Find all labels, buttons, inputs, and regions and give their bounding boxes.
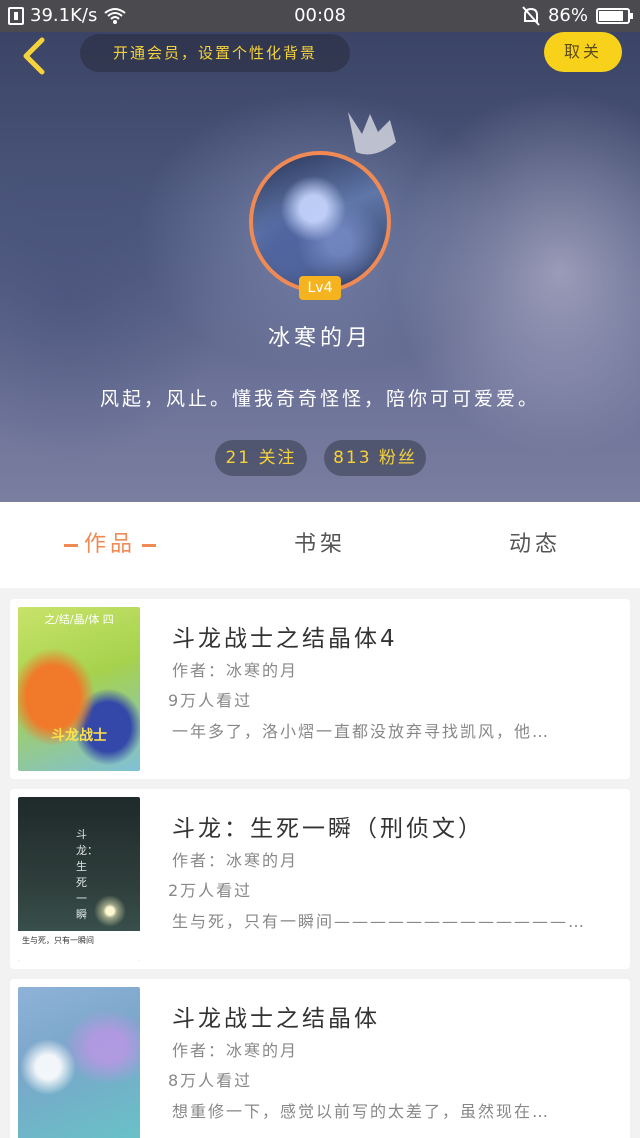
tab-works-label: 作品 (83, 532, 136, 557)
book-author: 作者：冰寒的月 (172, 1041, 299, 1060)
book-description: 想重修一下，感觉以前写的太差了，虽然现在… (172, 1102, 551, 1121)
cover-subtitle: 之/结/晶/体 四 (44, 613, 114, 626)
book-views: 8万人看过 (168, 1071, 253, 1090)
profile-header: 开通会员，设置个性化背景 取关 Lv4 冰寒的月 风起，风止。懂我奇奇怪怪，陪你… (0, 32, 640, 502)
tab-bookshelf-label: 书架 (293, 532, 346, 557)
tab-bookshelf[interactable]: 书架 (255, 502, 385, 588)
book-cover[interactable]: 之/结/晶/体 四 斗龙战士 (18, 607, 140, 771)
tab-feed-label: 动态 (508, 532, 561, 557)
tab-active-dash-right (142, 543, 156, 547)
cover-caption: 生与死，只有一瞬间 (18, 931, 140, 961)
nickname: 冰寒的月 (267, 326, 372, 351)
book-title: 斗龙战士之结晶体 (172, 1006, 380, 1032)
following-count-button[interactable]: 21 关注 (215, 440, 307, 476)
tab-works[interactable]: 作品 (40, 502, 180, 588)
tab-feed[interactable]: 动态 (470, 502, 600, 588)
book-title: 斗龙：生死一瞬（刑侦文） (172, 816, 484, 842)
vip-banner-button[interactable]: 开通会员，设置个性化背景 (80, 34, 350, 72)
book-author: 作者：冰寒的月 (172, 661, 299, 680)
tab-active-dash-left (63, 543, 78, 547)
book-cover[interactable]: 斗龙：生死一瞬 生与死，只有一瞬间 (18, 797, 140, 961)
book-description: 一年多了，洛小熠一直都没放弃寻找凯风，他… (172, 722, 551, 741)
status-right: 86% (522, 5, 633, 26)
book-author: 作者：冰寒的月 (172, 851, 299, 870)
cover-title: 斗龙战士 (51, 728, 107, 744)
book-title: 斗龙战士之结晶体4 (172, 626, 398, 652)
book-card[interactable]: 之/结/晶/体 四 斗龙战士 斗龙战士之结晶体4 作者：冰寒的月 9万人看过 一… (10, 599, 630, 779)
avatar[interactable] (249, 151, 391, 293)
profile-tabs: 作品 书架 动态 (0, 502, 640, 588)
back-arrow-icon[interactable] (14, 34, 58, 78)
fans-count-button[interactable]: 813 粉丝 (324, 440, 426, 476)
mute-bell-icon (522, 5, 540, 26)
level-badge: Lv4 (299, 276, 341, 300)
book-cover[interactable] (18, 987, 140, 1138)
battery-percent: 86% (547, 5, 588, 26)
book-card[interactable]: 斗龙：生死一瞬 生与死，只有一瞬间 斗龙：生死一瞬（刑侦文） 作者：冰寒的月 2… (10, 789, 630, 969)
unfollow-button[interactable]: 取关 (544, 32, 622, 72)
book-card[interactable]: 斗龙战士之结晶体 作者：冰寒的月 8万人看过 想重修一下，感觉以前写的太差了，虽… (10, 979, 630, 1138)
status-bar: 39.1K/s 00:08 86% (0, 0, 640, 32)
battery-icon (596, 7, 633, 24)
book-description: 生与死，只有一瞬间—————————————… (172, 912, 587, 931)
cover-title: 斗龙：生死一瞬 (76, 828, 98, 921)
book-views: 2万人看过 (168, 881, 253, 900)
signature: 风起，风止。懂我奇奇怪怪，陪你可可爱爱。 (99, 388, 540, 410)
book-views: 9万人看过 (168, 691, 253, 710)
